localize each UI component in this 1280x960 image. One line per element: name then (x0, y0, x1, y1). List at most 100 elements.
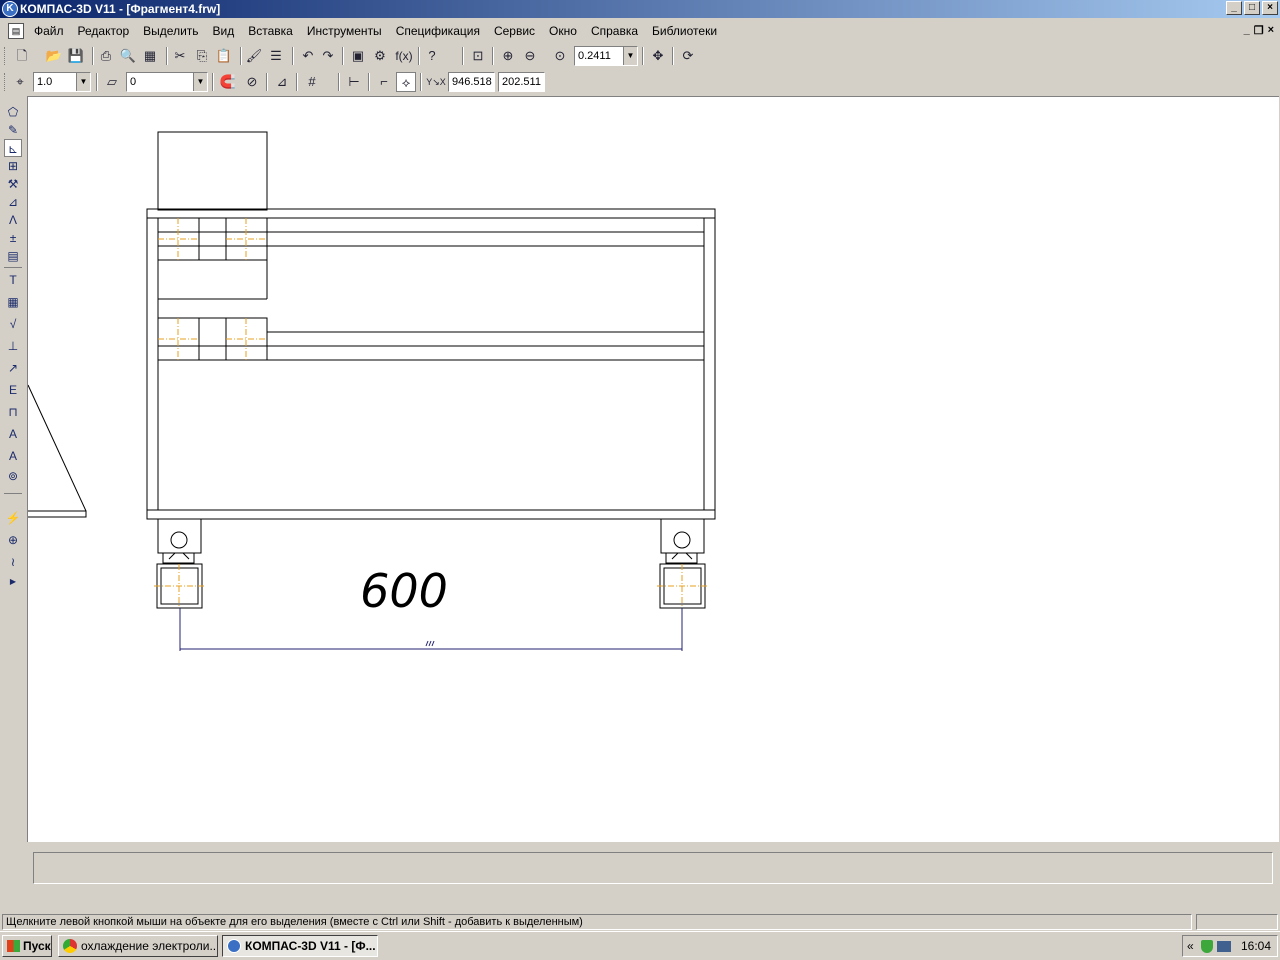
pan-icon[interactable]: ✥ (648, 46, 668, 66)
orthogonal-icon[interactable]: ⊿ (272, 72, 292, 92)
undo-icon[interactable]: ↶ (298, 46, 318, 66)
start-label: Пуск (23, 939, 51, 953)
tray-expand-icon[interactable]: « (1187, 936, 1194, 956)
snap-magnet-icon[interactable]: 🧲 (218, 72, 238, 92)
designation-icon[interactable]: Ʌ (4, 211, 22, 229)
open-folder-icon[interactable]: 📂 (44, 46, 64, 66)
status-hint: Щелкните левой кнопкой мыши на объекте д… (2, 914, 1192, 930)
table-icon[interactable]: ▦ (4, 293, 22, 311)
view-arrow-icon[interactable]: A (4, 425, 22, 443)
print-preview-icon[interactable]: 🔍 (118, 46, 138, 66)
report-icon[interactable]: ▤ (4, 247, 22, 265)
cut-icon[interactable]: ✂ (170, 46, 190, 66)
expand-arrow-icon[interactable]: ▶ (4, 573, 22, 591)
dimensions-icon[interactable]: ⊞ (4, 157, 22, 175)
security-shield-icon[interactable] (1201, 940, 1213, 953)
menu-select[interactable]: Выделить (143, 24, 198, 38)
lightning-icon[interactable]: ⚡ (4, 509, 22, 527)
zoom-scale-icon[interactable]: ⊙ (550, 46, 570, 66)
tolerance-icon[interactable]: ⊓ (4, 403, 22, 421)
menu-tools[interactable]: Инструменты (307, 24, 382, 38)
scale-combo[interactable]: 1.0 ▼ (33, 72, 91, 92)
section-icon[interactable]: A (4, 447, 22, 465)
properties-brush-icon[interactable]: 🖌 (244, 46, 264, 66)
layers-icon[interactable]: ▱ (102, 72, 122, 92)
save-icon[interactable]: 💾 (66, 46, 86, 66)
print-icon[interactable]: ⎙ (96, 46, 116, 66)
minimize-button[interactable]: _ (1226, 1, 1242, 15)
refresh-icon[interactable]: ⟳ (678, 46, 698, 66)
scale-dropdown-icon[interactable]: ▼ (76, 73, 90, 91)
close-button[interactable]: × (1262, 1, 1278, 15)
properties-field[interactable] (33, 852, 1273, 884)
hammer-icon[interactable]: ⚒ (4, 175, 22, 193)
new-document-icon[interactable]: 🗋 (12, 46, 32, 66)
list-icon[interactable]: ☰ (266, 46, 286, 66)
edit-icon[interactable]: ✎ (4, 121, 22, 139)
menu-libraries[interactable]: Библиотеки (652, 24, 717, 38)
help-pointer-icon[interactable]: ? (422, 46, 442, 66)
local-snap-icon[interactable]: ⊘ (242, 72, 262, 92)
geometry-icon[interactable]: ⬠ (4, 103, 22, 121)
variables-icon[interactable]: ⚙ (370, 46, 390, 66)
menu-window[interactable]: Окно (549, 24, 577, 38)
scale-value: 1.0 (37, 76, 53, 88)
cursor-coords-icon: Y↘X (426, 77, 446, 87)
network-icon[interactable] (1217, 941, 1231, 952)
break-line-icon[interactable]: ≀ (4, 553, 22, 571)
base-icon[interactable]: ⊥ (4, 337, 22, 355)
zoom-combo[interactable]: 0.2411 ▼ (574, 46, 638, 66)
coord-x-field[interactable]: 946.518 (448, 72, 495, 92)
maximize-button[interactable]: □ (1244, 1, 1260, 15)
zoom-out-icon[interactable]: ⊖ (520, 46, 540, 66)
start-button[interactable]: Пуск (2, 935, 52, 957)
menu-help[interactable]: Справка (591, 24, 638, 38)
zoom-value: 0.2411 (578, 50, 611, 62)
parametrization-icon[interactable]: ⊾ (4, 139, 22, 157)
step-cursor-icon[interactable]: ⌖ (10, 72, 30, 92)
menu-insert[interactable]: Вставка (248, 24, 293, 38)
manager-icon[interactable]: ▣ (348, 46, 368, 66)
spec-icon[interactable]: ± (4, 229, 22, 247)
zoom-in-icon[interactable]: ⊕ (498, 46, 518, 66)
doc-close-button[interactable]: × (1268, 24, 1274, 37)
menu-service[interactable]: Сервис (494, 24, 535, 38)
leader-icon[interactable]: ↗ (4, 359, 22, 377)
task-browser-label: охлаждение электроли... (81, 939, 218, 953)
layer-combo[interactable]: 0 ▼ (126, 72, 208, 92)
position-icon[interactable]: E (4, 381, 22, 399)
local-cs-icon[interactable]: ⊢ (344, 72, 364, 92)
roughness-icon[interactable]: √ (4, 315, 22, 333)
toolbar-grip[interactable] (4, 47, 7, 65)
doc-minimize-button[interactable]: _ (1244, 24, 1250, 37)
task-browser[interactable]: охлаждение электроли... (58, 935, 218, 957)
zoom-dropdown-icon[interactable]: ▼ (623, 47, 637, 65)
grid-icon[interactable]: # (302, 72, 322, 92)
zoom-window-icon[interactable]: ⊡ (468, 46, 488, 66)
text-icon[interactable]: T (4, 271, 22, 289)
coord-y-field[interactable]: 202.511 (498, 72, 545, 92)
clock[interactable]: 16:04 (1241, 936, 1271, 956)
export-icon[interactable]: ▦ (140, 46, 160, 66)
wave-icon[interactable]: ⊚ (4, 467, 22, 485)
paste-icon[interactable]: 📋 (214, 46, 234, 66)
ortho-mode-icon[interactable]: ⌐ (374, 72, 394, 92)
function-button[interactable]: f(x) (392, 46, 416, 66)
copy-icon[interactable]: ⎘ (192, 46, 212, 66)
parametric-mode-icon[interactable]: ⟡ (396, 72, 416, 92)
kompas-app-icon[interactable]: K (2, 1, 18, 17)
menu-file[interactable]: Файл (34, 24, 64, 38)
redo-icon[interactable]: ↷ (318, 46, 338, 66)
measure-icon[interactable]: ⊿ (4, 193, 22, 211)
document-icon[interactable]: ▤ (8, 23, 24, 39)
doc-restore-button[interactable]: ❐ (1254, 24, 1264, 37)
task-kompas[interactable]: КОМПАС-3D V11 - [Ф... (222, 935, 378, 957)
drawing-canvas[interactable]: 600 (27, 96, 1279, 842)
menu-specification[interactable]: Спецификация (396, 24, 480, 38)
toolbar-grip[interactable] (4, 73, 7, 91)
menu-edit[interactable]: Редактор (78, 24, 130, 38)
layer-dropdown-icon[interactable]: ▼ (193, 73, 207, 91)
dimension-text[interactable]: 600 (360, 564, 448, 618)
menu-view[interactable]: Вид (213, 24, 235, 38)
center-mark-icon[interactable]: ⊕ (4, 531, 22, 549)
